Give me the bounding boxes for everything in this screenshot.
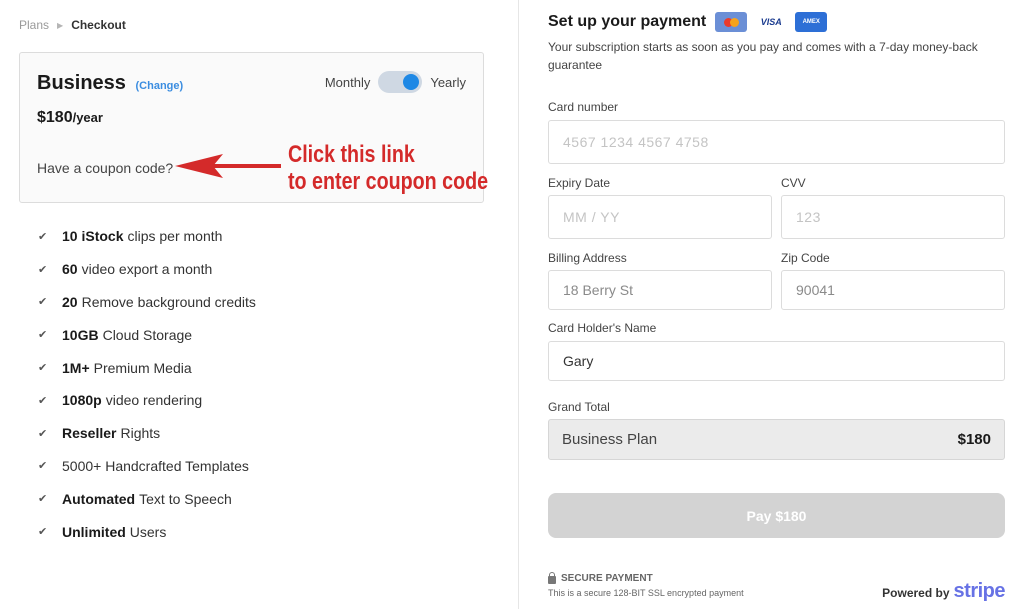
coupon-code-link[interactable]: Have a coupon code? — [37, 160, 173, 176]
feature-item: ✔ Automated Text to Speech — [38, 490, 232, 507]
annotation-arrow-icon — [175, 154, 281, 178]
secure-payment-title: SECURE PAYMENT — [548, 571, 744, 584]
feature-item: ✔ Reseller Rights — [38, 425, 161, 442]
cvv-input[interactable]: 123 — [781, 195, 1005, 239]
feature-item: ✔ 10GB Cloud Storage — [38, 326, 193, 343]
grand-total-box: Business Plan $180 — [548, 419, 1005, 460]
expiry-date-label: Expiry Date — [548, 176, 611, 190]
annotation-line-2: to enter coupon code — [288, 168, 489, 195]
grand-total-plan: Business Plan — [562, 431, 658, 448]
lock-icon — [548, 571, 556, 584]
annotation-callout: Click this link to enter coupon code — [288, 141, 488, 195]
feature-item: ✔ 20 Remove background credits — [38, 293, 256, 310]
expiry-date-input[interactable]: MM / YY — [548, 195, 772, 239]
check-icon: ✔ — [38, 329, 48, 342]
feature-item: ✔ 1M+ Premium Media — [38, 359, 192, 376]
payment-panel: Set up your payment VISA AMEX Your subsc… — [520, 0, 1024, 609]
toggle-knob — [403, 74, 420, 90]
cvv-placeholder: 123 — [796, 209, 821, 225]
amex-icon: AMEX — [795, 12, 828, 32]
card-holder-value: Gary — [563, 353, 594, 369]
feature-item: ✔ Unlimited Users — [38, 523, 167, 540]
grand-total-amount: $180 — [957, 431, 991, 448]
feature-item: ✔ 5000+ Handcrafted Templates — [38, 457, 249, 474]
change-plan-link[interactable]: (Change) — [136, 80, 184, 92]
grand-total-label: Grand Total — [548, 400, 610, 414]
breadcrumb-separator-icon: ▶ — [57, 20, 64, 30]
zip-code-value: 90041 — [796, 282, 835, 298]
payment-subtitle: Your subscription starts as soon as you … — [548, 40, 978, 72]
cvv-label: CVV — [781, 176, 806, 190]
price-unit: /year — [72, 110, 103, 125]
plan-price: $180/year — [37, 109, 103, 127]
breadcrumb: Plans ▶ Checkout — [19, 18, 126, 32]
feature-list: ✔ 10 iStock clips per month ✔ 60 video expor… — [38, 220, 256, 548]
expiry-date-placeholder: MM / YY — [563, 209, 620, 225]
card-holder-input[interactable]: Gary — [548, 341, 1005, 381]
stripe-logo: stripe — [953, 580, 1006, 602]
card-number-input[interactable]: 4567 1234 4567 4758 — [548, 120, 1005, 164]
breadcrumb-current: Checkout — [71, 18, 126, 32]
annotation-line-1: Click this link — [288, 141, 415, 168]
billing-monthly-label[interactable]: Monthly — [325, 75, 371, 90]
powered-by-label: Powered by — [882, 586, 950, 600]
check-icon: ✔ — [38, 526, 48, 539]
feature-item: ✔ 1080p video rendering — [38, 392, 203, 409]
card-number-label: Card number — [548, 100, 619, 114]
billing-yearly-label[interactable]: Yearly — [430, 75, 466, 90]
secure-payment-note: SECURE PAYMENT This is a secure 128-BIT … — [548, 571, 744, 598]
card-number-placeholder: 4567 1234 4567 4758 — [563, 134, 709, 150]
payment-heading: Set up your payment — [548, 13, 707, 30]
check-icon: ✔ — [38, 460, 48, 473]
plan-name-text: Business — [37, 72, 126, 94]
check-icon: ✔ — [38, 427, 48, 440]
feature-item: ✔ 10 iStock clips per month — [38, 228, 223, 245]
zip-code-label: Zip Code — [781, 251, 830, 265]
zip-code-input[interactable]: 90041 — [781, 270, 1005, 310]
visa-icon: VISA — [755, 12, 788, 32]
powered-by-stripe: Powered by stripe — [882, 580, 1005, 603]
feature-item: ✔ 60 video export a month — [38, 261, 213, 278]
billing-cycle-toggle-group: Monthly Yearly — [325, 71, 466, 93]
billing-address-label: Billing Address — [548, 251, 627, 265]
check-icon: ✔ — [38, 394, 48, 407]
check-icon: ✔ — [38, 493, 48, 506]
secure-payment-title-text: SECURE PAYMENT — [561, 573, 653, 584]
plan-panel: Plans ▶ Checkout Business (Change) $180/… — [0, 0, 519, 609]
card-holder-label: Card Holder's Name — [548, 321, 657, 335]
secure-payment-description: This is a secure 128-BIT SSL encrypted p… — [548, 588, 744, 598]
billing-address-value: 18 Berry St — [563, 282, 634, 298]
check-icon: ✔ — [38, 263, 48, 276]
check-icon: ✔ — [38, 230, 48, 243]
breadcrumb-plans-link[interactable]: Plans — [19, 18, 49, 32]
mastercard-icon — [715, 12, 748, 32]
payment-heading-row: Set up your payment VISA AMEX — [548, 12, 828, 32]
pay-button[interactable]: Pay $180 — [548, 493, 1005, 538]
price-amount: $180 — [37, 109, 73, 126]
plan-name: Business (Change) — [37, 72, 183, 95]
billing-cycle-toggle[interactable] — [378, 71, 423, 93]
billing-address-input[interactable]: 18 Berry St — [548, 270, 772, 310]
check-icon: ✔ — [38, 362, 48, 375]
check-icon: ✔ — [38, 296, 48, 309]
